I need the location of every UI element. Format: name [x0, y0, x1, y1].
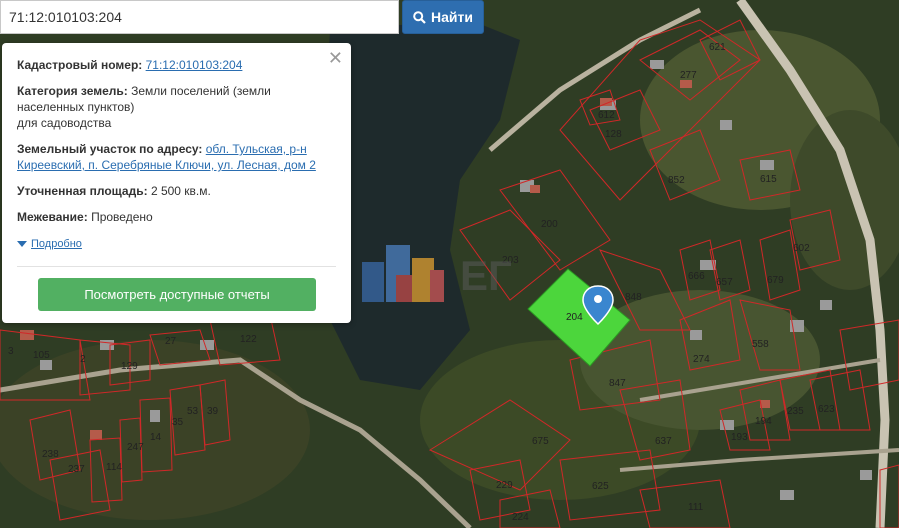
svg-text:621: 621: [709, 42, 726, 53]
search-button[interactable]: Найти: [402, 0, 484, 34]
land-category-value-1: Земли поселений (земли: [131, 84, 271, 98]
svg-text:224: 224: [512, 512, 529, 523]
svg-text:657: 657: [716, 277, 733, 288]
cadastral-number-label: Кадастровый номер:: [17, 58, 143, 72]
address-link-2[interactable]: Киреевский, п. Серебряные Ключи, ул. Лес…: [17, 158, 316, 172]
svg-text:204: 204: [566, 312, 583, 323]
svg-text:235: 235: [787, 406, 804, 417]
land-category-label: Категория земель:: [17, 84, 128, 98]
svg-text:105: 105: [33, 350, 50, 361]
address-link-1[interactable]: обл. Тульская, р-н: [206, 142, 307, 156]
area-label: Уточненная площадь:: [17, 184, 148, 198]
svg-text:675: 675: [532, 436, 549, 447]
svg-text:39: 39: [207, 406, 219, 417]
survey-row: Межевание: Проведено: [17, 209, 336, 225]
search-icon: [413, 10, 426, 24]
svg-text:238: 238: [42, 449, 59, 460]
close-icon[interactable]: ✕: [328, 49, 343, 67]
svg-text:35: 35: [172, 417, 184, 428]
svg-text:847: 847: [609, 378, 626, 389]
survey-label: Межевание:: [17, 210, 88, 224]
land-category-value-3: для садоводства: [17, 116, 112, 130]
cadastral-number-link[interactable]: 71:12:010103:204: [146, 58, 243, 72]
svg-text:558: 558: [752, 339, 769, 350]
svg-text:637: 637: [655, 436, 672, 447]
svg-text:194: 194: [755, 416, 772, 427]
svg-text:679: 679: [767, 275, 784, 286]
svg-text:ЕГ: ЕГ: [460, 252, 512, 299]
svg-text:274: 274: [693, 354, 710, 365]
survey-value: Проведено: [91, 210, 153, 224]
svg-text:193: 193: [731, 432, 748, 443]
svg-text:237: 237: [68, 464, 85, 475]
area-row: Уточненная площадь: 2 500 кв.м.: [17, 183, 336, 199]
search-input[interactable]: [0, 0, 399, 34]
svg-text:623: 623: [818, 404, 835, 415]
svg-text:848: 848: [625, 292, 642, 303]
svg-text:229: 229: [496, 480, 513, 491]
svg-text:277: 277: [680, 70, 697, 81]
divider: [17, 266, 336, 267]
svg-text:122: 122: [240, 334, 257, 345]
address-label: Земельный участок по адресу:: [17, 142, 203, 156]
svg-text:615: 615: [760, 174, 777, 185]
svg-text:27: 27: [165, 336, 177, 347]
svg-text:53: 53: [187, 406, 199, 417]
svg-text:14: 14: [150, 432, 162, 443]
svg-text:666: 666: [688, 271, 705, 282]
view-reports-button[interactable]: Посмотреть доступные отчеты: [38, 278, 316, 311]
svg-text:111: 111: [688, 502, 704, 513]
triangle-down-icon: [17, 241, 27, 247]
details-toggle[interactable]: Подробно: [17, 236, 82, 252]
svg-text:3: 3: [8, 346, 14, 357]
cadastral-number-row: Кадастровый номер: 71:12:010103:204: [17, 57, 336, 73]
svg-text:2: 2: [80, 354, 86, 365]
address-row: Земельный участок по адресу: обл. Тульск…: [17, 141, 336, 173]
svg-text:612: 612: [598, 110, 615, 121]
svg-text:129: 129: [121, 361, 138, 372]
svg-text:200: 200: [541, 219, 558, 230]
svg-text:602: 602: [793, 243, 810, 254]
land-category-row: Категория земель: Земли поселений (земли…: [17, 83, 336, 131]
svg-text:128: 128: [605, 129, 622, 140]
svg-text:625: 625: [592, 481, 609, 492]
search-button-label: Найти: [431, 9, 473, 25]
svg-text:852: 852: [668, 175, 685, 186]
land-category-value-2: населенных пунктов): [17, 100, 135, 114]
svg-text:114: 114: [106, 462, 122, 473]
details-toggle-label: Подробно: [31, 238, 82, 250]
area-value: 2 500 кв.м.: [150, 184, 211, 198]
parcel-info-panel: ✕ Кадастровый номер: 71:12:010103:204 Ка…: [2, 43, 351, 323]
svg-text:247: 247: [127, 442, 144, 453]
